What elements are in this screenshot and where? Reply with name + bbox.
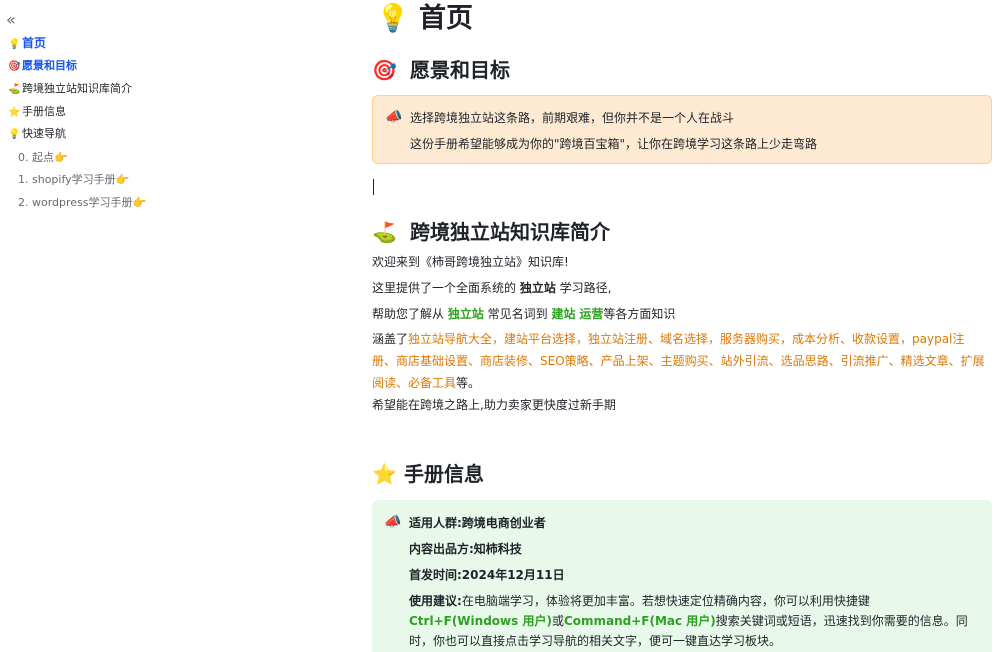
- heading-text: 愿景和目标: [410, 58, 510, 82]
- paragraph: 欢迎来到《柿哥跨境独立站》知识库!: [372, 255, 569, 269]
- highlight-text: 建站: [551, 307, 576, 321]
- shortcut-text: Command+F(Mac 用户): [563, 614, 716, 628]
- target-icon: 🎯: [372, 58, 397, 82]
- info-producer: 内容出品方:知柿科技: [409, 542, 522, 556]
- heading-text: 手册信息: [404, 462, 484, 486]
- toc-item-label: 快速导航: [22, 127, 66, 140]
- bulb-icon: 💡: [376, 3, 410, 34]
- toc-item-vision[interactable]: 🎯 愿景和目标: [8, 59, 77, 74]
- pointing-hand-icon: 👉: [115, 173, 130, 186]
- bulb-icon: 💡: [8, 39, 21, 50]
- page-title-text: 首页: [419, 3, 474, 34]
- info-tip-line2: Ctrl+F(Windows 用户)或Command+F(Mac 用户)搜索关键…: [409, 614, 968, 628]
- shortcut-text: Ctrl+F(Windows 用户): [409, 614, 552, 628]
- toc-item-info[interactable]: ⭐ 手册信息: [8, 105, 66, 120]
- pointing-hand-icon: 👉: [132, 196, 147, 209]
- paragraph-topics: 涵盖了独立站导航大全，建站平台选择，独立站注册、域名选择，服务器购买，成本分析、…: [372, 332, 985, 390]
- bulb-icon: 💡: [8, 129, 21, 140]
- heading-intro: ⛳ 跨境独立站知识库简介: [372, 219, 610, 245]
- toc-item-label: 手册信息: [22, 105, 66, 118]
- paragraph: 这里提供了一个全面系统的 独立站 学习路径,: [372, 281, 612, 295]
- callout-line: 选择跨境独立站这条路，前期艰难，但你并不是一个人在战斗: [410, 111, 735, 125]
- highlight-text: 运营: [579, 307, 604, 321]
- callout-line: 这份手册希望能够成为你的"跨境百宝箱"，让你在跨境学习这条路上少走弯路: [410, 137, 818, 151]
- heading-info: ⭐ 手册信息: [372, 461, 484, 487]
- toc-sub-label: 1. shopify学习手册: [18, 173, 116, 186]
- info-tip-line3: 时，你也可以直接点击学习导航的相关文字，便可一键直达学习板块。: [409, 634, 782, 648]
- highlight-text: 独立站: [447, 307, 484, 321]
- paragraph: 希望能在跨境之路上,助力卖家更快度过新手期: [372, 398, 616, 412]
- paragraph: 帮助您了解从 独立站 常见名词到 建站 运营等各方面知识: [372, 307, 676, 321]
- toc-item-label: 愿景和目标: [22, 59, 77, 72]
- heading-vision: 🎯 愿景和目标: [372, 57, 510, 83]
- callout-vision: 📣 选择跨境独立站这条路，前期艰难，但你并不是一个人在战斗 这份手册希望能够成为…: [372, 95, 992, 164]
- heading-text: 跨境独立站知识库简介: [410, 220, 610, 244]
- info-tip: 使用建议:在电脑端学习，体验将更加丰富。若想快速定位精确内容，你可以利用快捷键: [409, 594, 870, 608]
- toc-sub-item-shopify[interactable]: 1. shopify学习手册👉: [18, 173, 129, 187]
- megaphone-icon: 📣: [384, 514, 402, 530]
- megaphone-icon: 📣: [385, 109, 403, 125]
- golf-flag-icon: ⛳: [8, 84, 21, 95]
- target-icon: 🎯: [8, 61, 21, 72]
- toc-item-nav[interactable]: 💡 快速导航: [8, 127, 66, 142]
- golf-flag-icon: ⛳: [372, 220, 397, 244]
- info-date: 首发时间:2024年12月11日: [409, 568, 565, 582]
- pointing-hand-icon: 👉: [54, 151, 68, 164]
- star-icon: ⭐: [372, 462, 397, 486]
- page-title: 💡 首页: [376, 2, 473, 36]
- toc-sub-item-start[interactable]: 0. 起点👉: [18, 151, 68, 165]
- callout-info: 📣 适用人群:跨境电商创业者 内容出品方:知柿科技 首发时间:2024年12月1…: [372, 500, 992, 652]
- bold-text: 独立站: [519, 281, 556, 295]
- toc-sub-label: 0. 起点: [18, 151, 54, 164]
- toc-item-home[interactable]: 💡 首页: [8, 36, 46, 52]
- toc-item-label: 跨境独立站知识库简介: [22, 82, 132, 95]
- info-audience: 适用人群:跨境电商创业者: [409, 516, 546, 530]
- text-cursor: [373, 179, 374, 195]
- toc-sub-item-wordpress[interactable]: 2. wordpress学习手册👉: [18, 196, 146, 210]
- star-icon: ⭐: [8, 107, 21, 118]
- sidebar-toc: « 💡 首页 🎯 愿景和目标 ⛳ 跨境独立站知识库简介 ⭐ 手册信息 💡 快速导航 0. …: [0, 0, 200, 652]
- toc-sub-label: 2. wordpress学习手册: [18, 196, 133, 209]
- collapse-sidebar-icon[interactable]: «: [6, 12, 16, 28]
- toc-item-label: 首页: [22, 36, 47, 50]
- toc-item-intro[interactable]: ⛳ 跨境独立站知识库简介: [8, 82, 132, 97]
